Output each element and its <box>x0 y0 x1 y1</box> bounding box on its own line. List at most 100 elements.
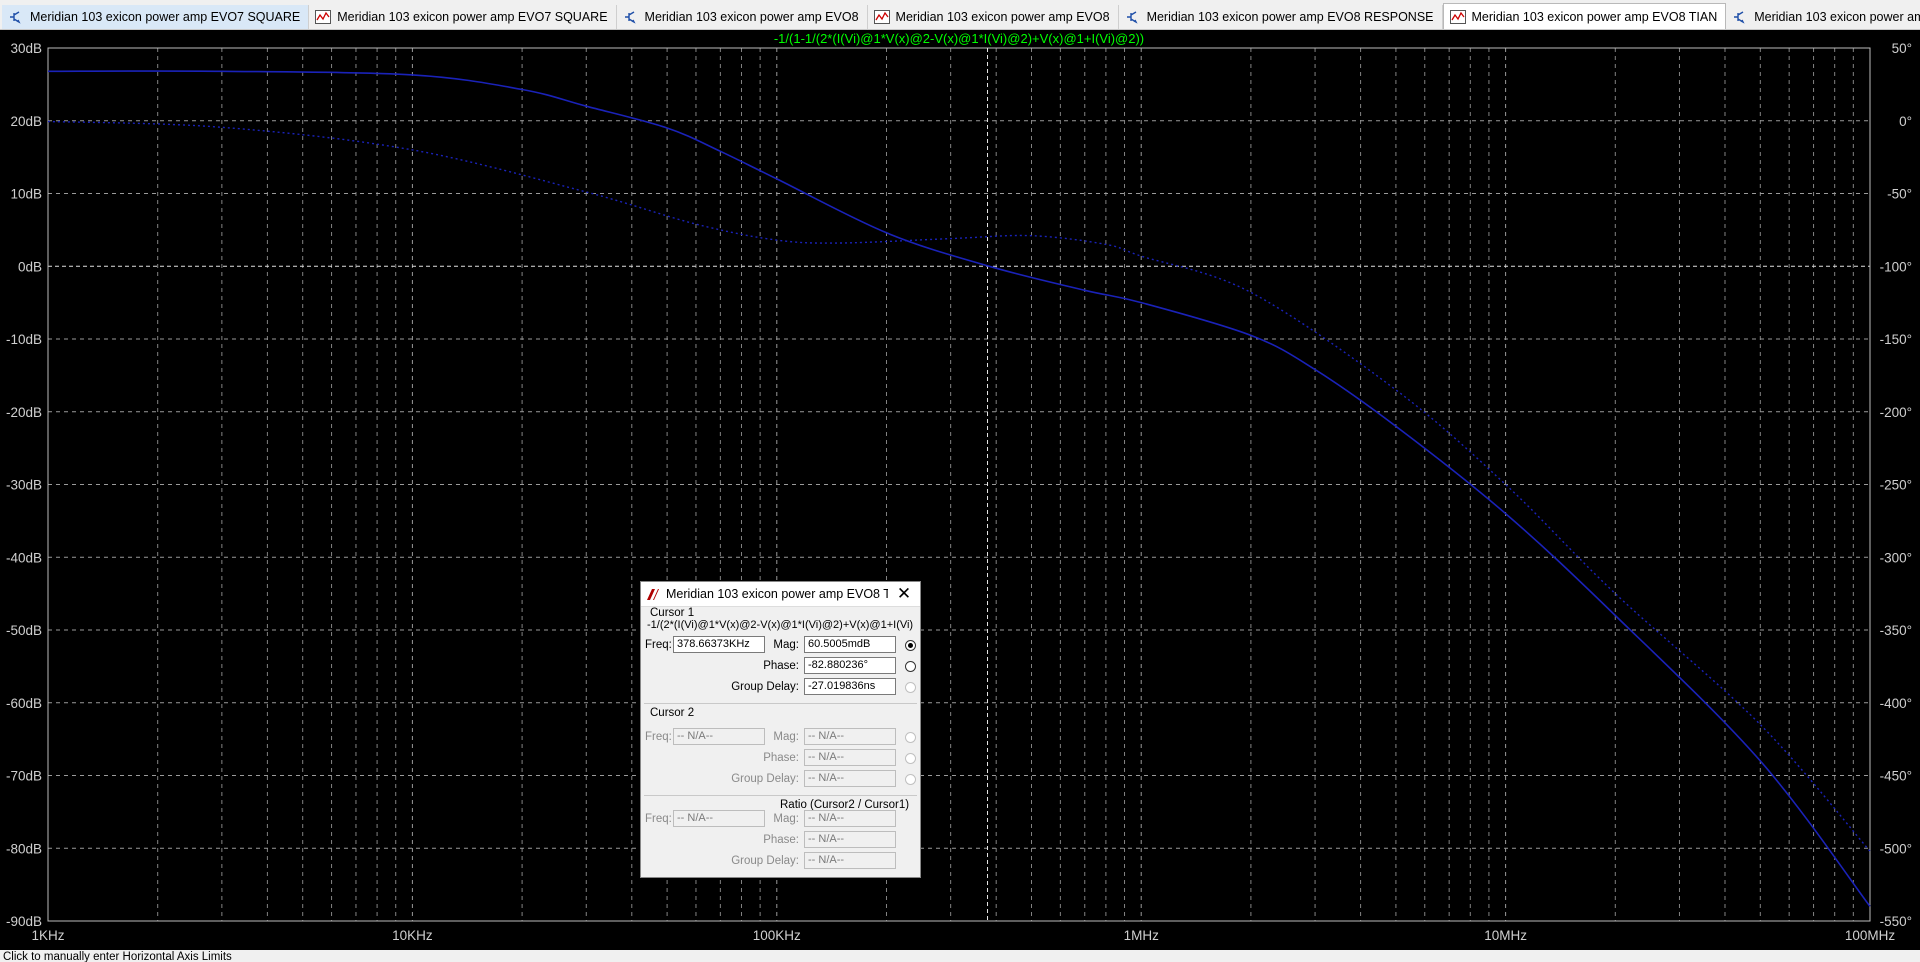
x-tick-label: 1MHz <box>1124 928 1160 943</box>
y-left-tick-label: -10dB <box>6 332 42 347</box>
close-icon[interactable]: ✕ <box>894 584 914 604</box>
tab-bar: Meridian 103 exicon power amp EVO7 SQUAR… <box>0 0 1920 30</box>
tab-7[interactable]: Meridian 103 exicon power amp EVO8 TIAN <box>1726 5 1920 29</box>
y-left-tick-label: -20dB <box>6 405 42 420</box>
y-left-tick-label: 10dB <box>10 187 42 202</box>
y-left-tick-label: 20dB <box>10 114 42 129</box>
waveform-icon <box>315 10 332 24</box>
schematic-icon <box>1732 10 1748 24</box>
ratio-mag-label: Mag: <box>773 813 799 825</box>
cursor1-mag-field[interactable]: 60.5005mdB <box>804 636 896 653</box>
cursor1-phase-radio[interactable] <box>905 661 916 672</box>
tab-2[interactable]: Meridian 103 exicon power amp EVO7 SQUAR… <box>309 5 617 29</box>
cursor2-gd-field[interactable]: -- N/A-- <box>804 770 896 787</box>
cursor2-phase-field[interactable]: -- N/A-- <box>804 749 896 766</box>
tab-label: Meridian 103 exicon power amp EVO7 SQUAR… <box>30 10 301 24</box>
cursor1-phase-label: Phase: <box>763 660 799 672</box>
tab-label: Meridian 103 exicon power amp EVO7 SQUAR… <box>337 10 608 24</box>
tab-3[interactable]: Meridian 103 exicon power amp EVO8 <box>617 5 868 29</box>
schematic-icon <box>8 10 24 24</box>
y-right-tick-label: -550° <box>1880 914 1912 929</box>
x-tick-label: 1KHz <box>31 928 64 943</box>
y-right-tick-label: 0° <box>1899 114 1912 129</box>
cursor2-mag-radio[interactable] <box>905 732 916 743</box>
y-right-tick-label: -400° <box>1880 696 1912 711</box>
ltspice-logo-icon <box>647 588 659 600</box>
y-left-tick-label: -40dB <box>6 550 42 565</box>
cursor2-freq-field[interactable]: -- N/A-- <box>673 728 765 745</box>
waveform-icon <box>1449 9 1466 24</box>
y-right-tick-label: 50° <box>1892 41 1912 56</box>
cursor2-phase-radio[interactable] <box>905 753 916 764</box>
axis-labels: 30dB 20dB 10dB 0dB -10dB -20dB -30dB -40dB -50dB… <box>6 41 1912 943</box>
tab-label: Meridian 103 exicon power amp EVO8 TIAN <box>1471 9 1718 24</box>
x-tick-label: 10KHz <box>392 928 433 943</box>
y-left-tick-label: -80dB <box>6 841 42 856</box>
y-left-tick-label: -70dB <box>6 769 42 784</box>
y-left-tick-label: 30dB <box>10 41 42 56</box>
cursor2-gd-radio[interactable] <box>905 774 916 785</box>
cursor1-gd-field[interactable]: -27.019836ns <box>804 678 896 695</box>
cursor-dialog: Meridian 103 exicon power amp EVO8 TI...… <box>640 581 921 878</box>
cursor1-freq-label: Freq: <box>645 639 672 651</box>
cursor1-expression: -1/(2*(I(Vi)@1*V(x)@2-V(x)@1*I(Vi)@2)+V(… <box>647 619 914 631</box>
cursor1-heading: Cursor 1 <box>650 607 695 619</box>
separator <box>644 795 917 796</box>
y-left-tick-label: -60dB <box>6 696 42 711</box>
dialog-title: Meridian 103 exicon power amp EVO8 TI... <box>666 587 888 601</box>
y-right-tick-label: -200° <box>1880 405 1912 420</box>
x-tick-label: 100KHz <box>753 928 801 943</box>
ratio-mag-field[interactable]: -- N/A-- <box>804 810 896 827</box>
cursor1-gd-radio[interactable] <box>905 682 916 693</box>
y-right-tick-label: -150° <box>1880 332 1912 347</box>
cursor1-gd-label: Group Delay: <box>731 681 799 693</box>
ratio-gd-label: Group Delay: <box>731 855 799 867</box>
y-left-tick-label: 0dB <box>18 259 42 274</box>
cursor1-mag-radio[interactable] <box>905 640 916 651</box>
schematic-icon <box>1125 10 1141 24</box>
y-right-tick-label: -250° <box>1880 478 1912 493</box>
ratio-freq-label: Freq: <box>645 813 672 825</box>
bode-plot[interactable]: 30dB 20dB 10dB 0dB -10dB -20dB -30dB -40dB -50dB… <box>0 30 1920 950</box>
separator <box>644 703 917 704</box>
cursor2-heading: Cursor 2 <box>650 707 695 719</box>
x-tick-label: 100MHz <box>1845 928 1896 943</box>
grid <box>47 47 1871 922</box>
x-tick-label: 10MHz <box>1484 928 1527 943</box>
plot-traces <box>47 70 1871 907</box>
tab-label: Meridian 103 exicon power amp EVO8 <box>644 10 859 24</box>
cursor2-phase-label: Phase: <box>763 752 799 764</box>
cursor1-phase-field[interactable]: -82.880236° <box>804 657 896 674</box>
cursor2-mag-label: Mag: <box>773 731 799 743</box>
y-left-tick-label: -50dB <box>6 623 42 638</box>
cursor2-freq-label: Freq: <box>645 731 672 743</box>
tab-6[interactable]: Meridian 103 exicon power amp EVO8 TIAN <box>1442 3 1727 29</box>
schematic-icon <box>623 10 639 24</box>
cursor1-mag-label: Mag: <box>773 639 799 651</box>
y-left-tick-label: -90dB <box>6 914 42 929</box>
y-right-tick-label: -50° <box>1887 187 1912 202</box>
y-right-tick-label: -350° <box>1880 623 1912 638</box>
ratio-gd-field[interactable]: -- N/A-- <box>804 852 896 869</box>
tab-1[interactable]: Meridian 103 exicon power amp EVO7 SQUAR… <box>2 5 310 29</box>
phase-trace <box>47 120 1871 852</box>
status-bar: Click to manually enter Horizontal Axis … <box>0 950 1920 962</box>
ratio-freq-field[interactable]: -- N/A-- <box>673 810 765 827</box>
tab-4[interactable]: Meridian 103 exicon power amp EVO8 <box>868 5 1119 29</box>
y-right-tick-label: -500° <box>1880 841 1912 856</box>
tab-label: Meridian 103 exicon power amp EVO8 <box>895 10 1110 24</box>
cursor1-freq-field[interactable]: 378.66373KHz <box>673 636 765 653</box>
waveform-icon <box>873 10 890 24</box>
ratio-phase-label: Phase: <box>763 834 799 846</box>
ratio-phase-field[interactable]: -- N/A-- <box>804 831 896 848</box>
cursor2-gd-label: Group Delay: <box>731 773 799 785</box>
dialog-titlebar[interactable]: Meridian 103 exicon power amp EVO8 TI...… <box>641 582 920 607</box>
tab-5[interactable]: Meridian 103 exicon power amp EVO8 RESPO… <box>1119 5 1443 29</box>
cursor2-mag-field[interactable]: -- N/A-- <box>804 728 896 745</box>
y-left-tick-label: -30dB <box>6 478 42 493</box>
tab-label: Meridian 103 exicon power amp EVO8 TIAN <box>1754 10 1920 24</box>
trace-expression-label[interactable]: -1/(1-1/(2*(I(Vi)@1*V(x)@2-V(x)@1*I(Vi)@… <box>774 31 1144 46</box>
y-right-tick-label: -300° <box>1880 550 1912 565</box>
tab-label: Meridian 103 exicon power amp EVO8 RESPO… <box>1146 10 1434 24</box>
y-right-tick-label: -450° <box>1880 769 1912 784</box>
